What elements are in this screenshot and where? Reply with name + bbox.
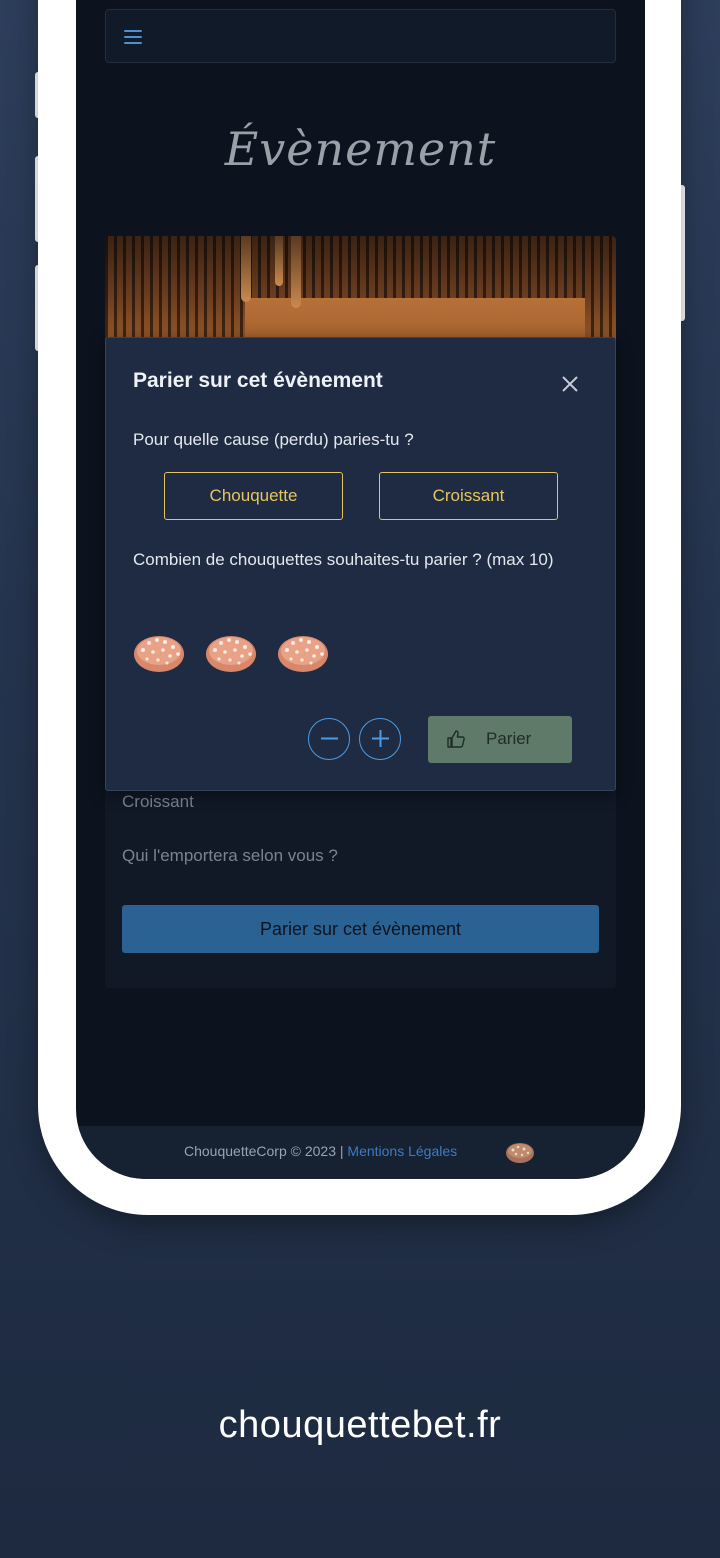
bet-modal: Parier sur cet évènement Pour quelle cau…: [105, 337, 616, 791]
event-photo-lamp: [291, 236, 301, 308]
open-bet-button[interactable]: Parier sur cet évènement: [122, 905, 599, 953]
chouquette-logo-icon: [506, 1143, 534, 1163]
footer-text: ChouquetteCorp © 2023 | Mentions Légales: [184, 1143, 457, 1159]
cause-croissant-button[interactable]: Croissant: [379, 472, 558, 520]
hamburger-icon[interactable]: [124, 29, 144, 45]
event-question: Qui l'emportera selon vous ?: [122, 846, 338, 865]
close-icon[interactable]: [558, 372, 582, 396]
modal-title: Parier sur cet évènement: [133, 369, 383, 392]
event-photo-lamp: [241, 236, 251, 302]
cause-chouquette-button[interactable]: Chouquette: [164, 472, 343, 520]
plus-circle-icon[interactable]: [359, 718, 401, 760]
chouquette-icon: [134, 636, 184, 672]
thumbs-up-icon: [447, 730, 465, 748]
legal-notice-link[interactable]: Mentions Légales: [347, 1143, 457, 1159]
place-bet-label: Parier: [486, 729, 532, 748]
cause-question: Pour quelle cause (perdu) paries-tu ?: [133, 430, 414, 449]
event-option-label: Croissant: [122, 792, 194, 811]
place-bet-button[interactable]: Parier: [428, 716, 572, 763]
top-navbar: [105, 9, 616, 63]
chouquette-icon: [206, 636, 256, 672]
site-url: chouquettebet.fr: [218, 1404, 502, 1446]
event-photo: [105, 236, 616, 346]
event-photo-lamp: [275, 236, 283, 286]
footer: ChouquetteCorp © 2023 | Mentions Légales: [76, 1126, 645, 1179]
page-title: Évènement: [224, 122, 497, 176]
footer-copyright: ChouquetteCorp © 2023 |: [184, 1143, 348, 1159]
amount-question: Combien de chouquettes souhaites-tu pari…: [133, 550, 554, 569]
chouquette-icon: [278, 636, 328, 672]
minus-circle-icon[interactable]: [308, 718, 350, 760]
